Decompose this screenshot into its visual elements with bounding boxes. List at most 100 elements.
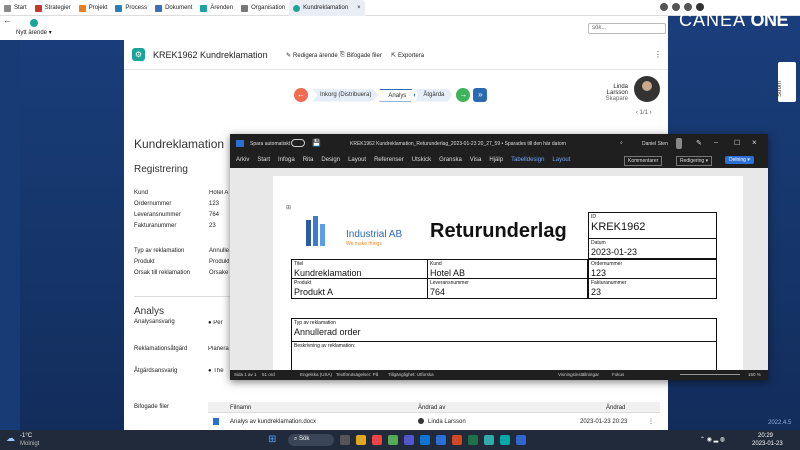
page-count[interactable]: Sida 1 av 1 xyxy=(234,372,257,377)
close-icon[interactable]: × xyxy=(357,5,361,11)
app-icon[interactable] xyxy=(484,435,494,445)
app-icon[interactable] xyxy=(516,435,526,445)
excel-icon[interactable] xyxy=(468,435,478,445)
word-status-bar: Sida 1 av 1 51 ord Engelska (USA) Textfö… xyxy=(230,370,768,380)
new-issue-button[interactable]: Nytt ärende ▾ xyxy=(16,29,52,36)
tab-strategier[interactable]: Strategier xyxy=(31,0,75,16)
tab-projekt[interactable]: Projekt xyxy=(75,0,112,16)
predictions-status[interactable]: Textförutsägelser: På xyxy=(336,372,378,377)
menu-utskick[interactable]: Utskick xyxy=(412,157,431,163)
tab-label: Start xyxy=(14,5,27,11)
help-icon[interactable] xyxy=(660,3,668,11)
maximize-icon[interactable]: ☐ xyxy=(734,139,740,147)
chrome-icon[interactable] xyxy=(372,435,382,445)
more-icon[interactable]: ⋮ xyxy=(654,50,662,59)
menu-referenser[interactable]: Referenser xyxy=(374,157,404,163)
menu-visa[interactable]: Visa xyxy=(470,157,482,163)
table-move-handle[interactable]: ⊞ xyxy=(286,204,291,211)
windows-start-icon[interactable]: ⊞ xyxy=(268,434,276,445)
cell-ordernummer[interactable]: Ordernummer 123 xyxy=(588,259,717,279)
file-explorer-icon[interactable] xyxy=(356,435,366,445)
powerpoint-icon[interactable] xyxy=(452,435,462,445)
attachments-button[interactable]: ⎘ Bifogade filer xyxy=(340,52,382,59)
export-button[interactable]: ⇱ Exportera xyxy=(391,52,424,60)
autosave-toggle[interactable] xyxy=(291,139,305,147)
weather-desc[interactable]: Molnigt xyxy=(20,441,39,447)
menu-arkiv[interactable]: Arkiv xyxy=(236,157,249,163)
comments-button[interactable]: Kommentarer xyxy=(624,156,663,166)
cell-datum[interactable]: Datum 2023-01-23 xyxy=(588,239,717,259)
view-settings-button[interactable]: Visningsinställningar xyxy=(558,372,599,377)
column-header[interactable]: Filnamn xyxy=(230,405,251,411)
back-arrow-icon[interactable]: ← xyxy=(3,15,12,25)
taskbar-search[interactable]: ⌕ Sök xyxy=(288,434,334,446)
teams-icon[interactable] xyxy=(404,435,414,445)
accessibility-status[interactable]: Tillgänglighet: Utforska xyxy=(388,372,434,377)
menu-granska[interactable]: Granska xyxy=(439,157,462,163)
menu-hjalp[interactable]: Hjälp xyxy=(489,157,503,163)
tab-dokument[interactable]: Dokument xyxy=(151,0,196,16)
minimize-icon[interactable]: – xyxy=(714,139,718,146)
menu-design[interactable]: Design xyxy=(321,157,340,163)
tab-organisation[interactable]: Organisation xyxy=(237,0,289,16)
cell-produkt[interactable]: Produkt Produkt A xyxy=(291,279,428,299)
last-step-button[interactable]: » xyxy=(473,88,488,102)
store-icon[interactable] xyxy=(388,435,398,445)
clock-date[interactable]: 2023-01-23 xyxy=(752,441,783,447)
cell-id[interactable]: ID KREK1962 xyxy=(588,212,717,239)
weather-temp[interactable]: -1°C xyxy=(20,433,32,439)
pen-icon[interactable]: ✎ xyxy=(696,139,702,147)
word-count[interactable]: 51 ord xyxy=(262,372,275,377)
language-status[interactable]: Engelska (USA) xyxy=(300,372,332,377)
close-icon[interactable]: × xyxy=(752,138,757,147)
menu-infoga[interactable]: Infoga xyxy=(278,157,295,163)
stream-button[interactable]: Ström xyxy=(777,62,796,102)
paperclip-icon: ⎘ xyxy=(340,52,345,58)
zoom-slider[interactable] xyxy=(680,374,740,375)
table-row[interactable]: Analys av kundreklamation.docx Linda Lar… xyxy=(208,414,660,428)
step-inkorg[interactable]: Inkorg (Distribuera) xyxy=(312,88,380,102)
step-analys[interactable]: Analys xyxy=(379,88,416,102)
step-atgarda[interactable]: Åtgärda xyxy=(415,88,453,102)
column-header[interactable]: Ändrad xyxy=(606,405,625,411)
save-icon[interactable]: 💾 xyxy=(312,139,321,147)
previous-step-button[interactable]: ← xyxy=(294,88,308,102)
cell-typ[interactable]: Typ av reklamation Annullerad order xyxy=(291,318,717,342)
cell-titel[interactable]: Titel Kundreklamation xyxy=(291,259,428,279)
focus-button[interactable]: Fokus xyxy=(612,372,624,377)
edit-button[interactable]: ✎ Redigera ärende xyxy=(286,52,338,60)
zoom-level[interactable]: 150 % xyxy=(748,372,761,377)
share-button[interactable]: Delning ▾ xyxy=(725,156,754,164)
task-view-icon[interactable] xyxy=(340,435,350,445)
app-icon[interactable] xyxy=(500,435,510,445)
system-tray-icons[interactable]: ⌃ ◉ ▂ ◍ xyxy=(700,436,725,443)
menu-start[interactable]: Start xyxy=(257,157,270,163)
tab-start[interactable]: Start xyxy=(0,0,31,16)
assignee-name: Linda Larsson xyxy=(606,84,628,96)
menu-tabelldesign[interactable]: Tabelldesign xyxy=(511,157,544,163)
more-icon[interactable]: ⋮ xyxy=(648,418,654,425)
cell-leveransnummer[interactable]: Leveransnummer 764 xyxy=(428,279,588,299)
column-header[interactable]: Ändrad av xyxy=(418,405,445,411)
tab-process[interactable]: Process xyxy=(111,0,151,16)
clock-time[interactable]: 20:29 xyxy=(758,433,773,439)
outlook-icon[interactable] xyxy=(420,435,430,445)
cell-fakturanummer[interactable]: Fakturanummer 23 xyxy=(588,279,717,299)
avatar[interactable] xyxy=(676,138,682,149)
menu-table-layout[interactable]: Layout xyxy=(552,157,570,163)
menu-rita[interactable]: Rita xyxy=(303,157,314,163)
word-taskbar-icon[interactable] xyxy=(436,435,446,445)
pager[interactable]: ‹ 1/1 › xyxy=(636,110,652,116)
search-input[interactable]: sök... xyxy=(588,23,666,34)
cell-kund[interactable]: Kund Hotel AB xyxy=(428,259,588,279)
editing-button[interactable]: Redigering ▾ xyxy=(676,156,713,166)
tab-kundreklamation[interactable]: Kundreklamation × xyxy=(289,0,365,16)
file-name[interactable]: Analys av kundreklamation.docx xyxy=(230,419,316,425)
menu-layout[interactable]: Layout xyxy=(348,157,366,163)
search-icon[interactable]: ⌕ xyxy=(620,140,623,146)
page-title: KREK1962 Kundreklamation xyxy=(153,50,268,60)
field-value: Hotel A xyxy=(209,190,229,196)
cell-beskrivning[interactable]: Beskrivning av reklamation: xyxy=(291,342,717,370)
next-step-button[interactable]: → xyxy=(456,88,471,102)
tab-arenden[interactable]: Ärenden xyxy=(196,0,237,16)
